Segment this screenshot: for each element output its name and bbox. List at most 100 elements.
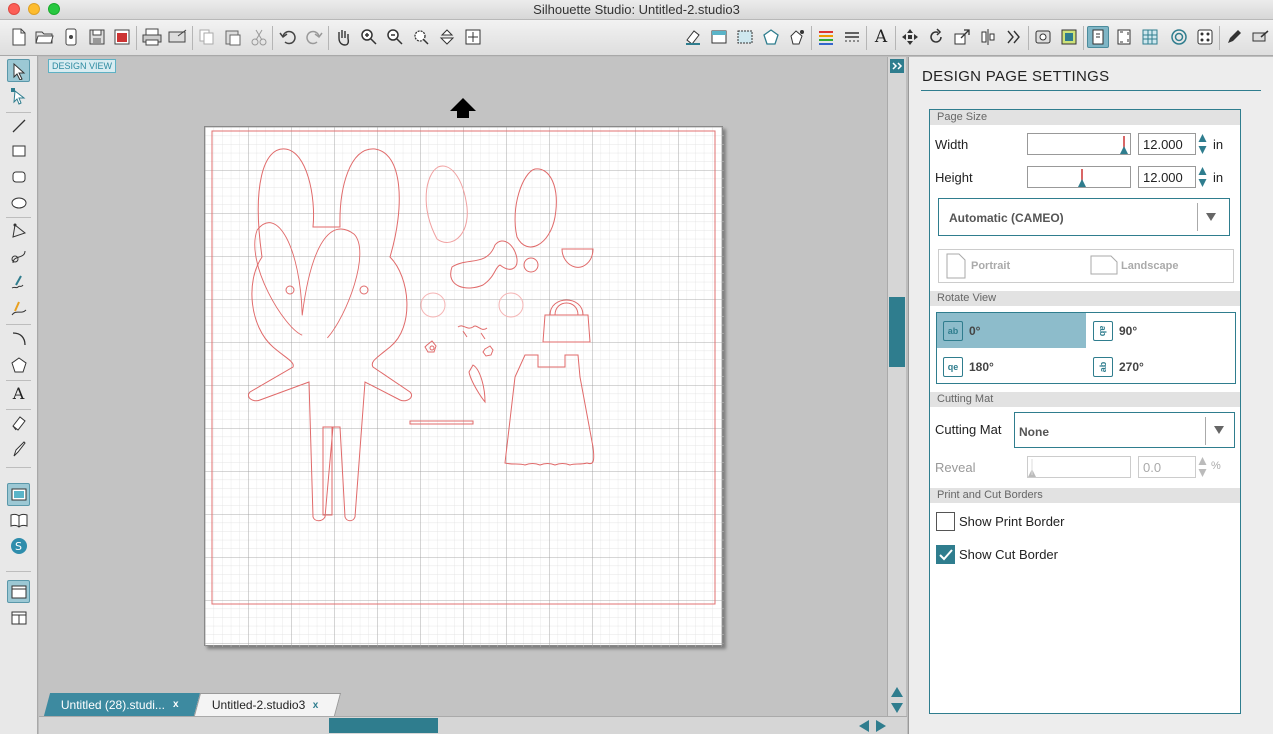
rectangle-tool-icon[interactable] bbox=[7, 139, 30, 162]
scale-icon[interactable] bbox=[951, 26, 973, 48]
rotate-90-option[interactable]: ab 90° bbox=[1087, 313, 1236, 348]
save-to-library-icon[interactable] bbox=[111, 26, 133, 48]
reveal-slider[interactable] bbox=[1027, 456, 1131, 478]
landscape-page-icon[interactable] bbox=[1090, 255, 1118, 275]
show-cut-border-label[interactable]: Show Cut Border bbox=[959, 547, 1058, 562]
curve-tool-icon[interactable] bbox=[7, 245, 30, 268]
sketch-pen-icon[interactable] bbox=[1223, 26, 1245, 48]
landscape-label[interactable]: Landscape bbox=[1121, 260, 1178, 272]
save-icon[interactable] bbox=[86, 26, 108, 48]
vertical-scroll-thumb[interactable] bbox=[889, 297, 905, 367]
fill-color-icon[interactable] bbox=[708, 26, 730, 48]
rotate-270-option[interactable]: ab 270° bbox=[1087, 349, 1236, 384]
page-size-header: Page Size bbox=[930, 110, 1240, 125]
tab-label: Untitled-2.studio3 bbox=[211, 698, 306, 712]
zoom-in-icon[interactable] bbox=[358, 26, 380, 48]
design-page-settings-icon[interactable] bbox=[1087, 26, 1109, 48]
replicate-icon[interactable] bbox=[1003, 26, 1025, 48]
select-tool-icon[interactable] bbox=[7, 59, 30, 82]
reveal-field[interactable]: 0.0 bbox=[1138, 456, 1196, 478]
width-field[interactable]: 12.000 bbox=[1138, 133, 1196, 155]
line-tool-icon[interactable] bbox=[7, 114, 30, 137]
fill-eraser-icon[interactable] bbox=[682, 26, 704, 48]
scroll-up-arrow-icon[interactable] bbox=[890, 685, 904, 699]
design-page[interactable] bbox=[204, 126, 724, 647]
eraser-tool-icon[interactable] bbox=[7, 411, 30, 434]
vertical-scrollbar[interactable] bbox=[887, 57, 906, 717]
open-folder-icon[interactable] bbox=[34, 26, 56, 48]
regular-polygon-tool-icon[interactable] bbox=[7, 353, 30, 376]
media-size-dropdown[interactable]: Automatic (CAMEO) bbox=[938, 198, 1230, 236]
undo-icon[interactable] bbox=[277, 26, 299, 48]
design-view-icon[interactable] bbox=[7, 483, 30, 506]
polygon-tool-icon[interactable] bbox=[7, 219, 30, 242]
reveal-spinner-icon[interactable] bbox=[1198, 456, 1207, 478]
design-page-artwork bbox=[205, 127, 724, 647]
arc-tool-icon[interactable] bbox=[7, 327, 30, 350]
tab-close-icon[interactable]: x bbox=[313, 700, 319, 711]
show-cut-border-checkbox[interactable] bbox=[936, 545, 955, 564]
fit-to-page-icon[interactable] bbox=[462, 26, 484, 48]
height-field[interactable]: 12.000 bbox=[1138, 166, 1196, 188]
horizontal-scrollbar[interactable] bbox=[39, 716, 907, 734]
shadow-icon[interactable] bbox=[786, 26, 808, 48]
zoom-select-icon[interactable] bbox=[410, 26, 432, 48]
copy-icon[interactable] bbox=[196, 26, 218, 48]
zoom-out-icon[interactable] bbox=[384, 26, 406, 48]
horizontal-scroll-thumb[interactable] bbox=[329, 718, 438, 733]
text-style-icon[interactable]: A bbox=[870, 26, 892, 48]
paste-icon[interactable] bbox=[222, 26, 244, 48]
registration-marks-icon[interactable] bbox=[1194, 26, 1216, 48]
width-spinner-icon[interactable] bbox=[1198, 133, 1207, 155]
rounded-rectangle-tool-icon[interactable] bbox=[7, 165, 30, 188]
knife-tool-icon[interactable] bbox=[7, 437, 30, 460]
line-color-icon[interactable] bbox=[815, 26, 837, 48]
line-style-icon[interactable] bbox=[841, 26, 863, 48]
scroll-left-arrow-icon[interactable] bbox=[857, 719, 871, 733]
ellipse-tool-icon[interactable] bbox=[7, 191, 30, 214]
send-to-silhouette-icon[interactable] bbox=[167, 26, 189, 48]
tab-untitled-28[interactable]: Untitled (28).studi... x bbox=[43, 693, 200, 716]
scroll-down-arrow-icon[interactable] bbox=[890, 701, 904, 715]
show-print-border-label[interactable]: Show Print Border bbox=[959, 514, 1065, 529]
grid-settings-icon[interactable] bbox=[1139, 26, 1161, 48]
send-icon[interactable] bbox=[1249, 26, 1271, 48]
align-icon[interactable] bbox=[977, 26, 999, 48]
tab-untitled-2[interactable]: Untitled-2.studio3 x bbox=[193, 693, 342, 716]
width-slider[interactable] bbox=[1027, 133, 1131, 155]
library-book-icon[interactable] bbox=[7, 508, 30, 531]
portrait-page-icon[interactable] bbox=[946, 253, 966, 279]
trace-icon[interactable] bbox=[1032, 26, 1054, 48]
silhouette-store-icon[interactable]: S bbox=[7, 534, 30, 557]
redo-icon[interactable] bbox=[303, 26, 325, 48]
single-panel-view-icon[interactable] bbox=[7, 580, 30, 603]
cutting-mat-dropdown[interactable]: None bbox=[1014, 412, 1235, 448]
page-setup-icon[interactable] bbox=[1113, 26, 1135, 48]
height-spinner-icon[interactable] bbox=[1198, 166, 1207, 188]
show-print-border-checkbox[interactable] bbox=[936, 512, 955, 531]
new-document-icon[interactable] bbox=[8, 26, 30, 48]
height-slider[interactable] bbox=[1027, 166, 1131, 188]
portrait-label[interactable]: Portrait bbox=[971, 260, 1010, 272]
print-icon[interactable] bbox=[141, 26, 163, 48]
rotate-0-option[interactable]: ab 0° bbox=[937, 313, 1086, 348]
freehand-tool-icon[interactable] bbox=[7, 271, 30, 294]
offset-icon[interactable] bbox=[1168, 26, 1190, 48]
split-panel-view-icon[interactable] bbox=[7, 606, 30, 629]
pentagon-style-icon[interactable] bbox=[760, 26, 782, 48]
tab-close-icon[interactable]: x bbox=[173, 699, 179, 710]
collapse-panel-icon[interactable] bbox=[890, 59, 904, 73]
cut-scissors-icon[interactable] bbox=[248, 26, 270, 48]
rotate-icon[interactable] bbox=[925, 26, 947, 48]
fill-pattern-icon[interactable] bbox=[734, 26, 756, 48]
transform-move-icon[interactable] bbox=[899, 26, 921, 48]
drag-zoom-icon[interactable] bbox=[436, 26, 458, 48]
scroll-right-arrow-icon[interactable] bbox=[874, 719, 888, 733]
text-tool-icon[interactable]: A bbox=[7, 382, 30, 405]
library-icon[interactable] bbox=[60, 26, 82, 48]
smooth-freehand-tool-icon[interactable] bbox=[7, 297, 30, 320]
rotate-180-option[interactable]: qe 180° bbox=[937, 349, 1086, 384]
cut-settings-icon[interactable] bbox=[1058, 26, 1080, 48]
pan-hand-icon[interactable] bbox=[332, 26, 354, 48]
point-edit-tool-icon[interactable] bbox=[7, 84, 30, 107]
